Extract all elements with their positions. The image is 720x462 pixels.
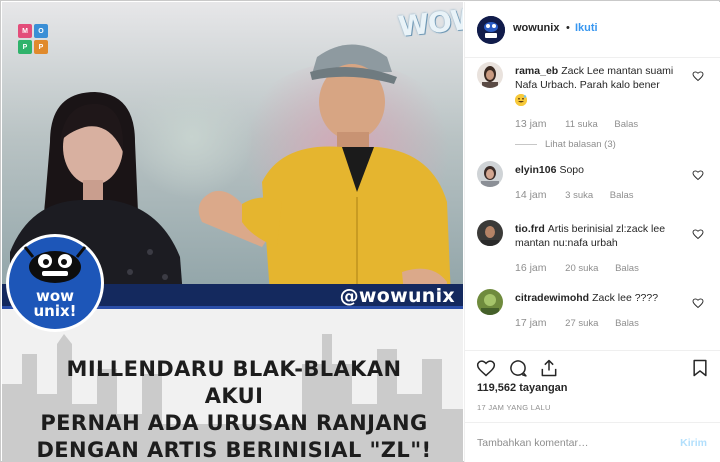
- reply-button[interactable]: Balas: [615, 263, 639, 274]
- comment-likes[interactable]: 3 suka: [565, 190, 593, 201]
- account-avatar[interactable]: [477, 16, 505, 44]
- commenter-avatar[interactable]: [477, 220, 503, 246]
- commenter-avatar[interactable]: [477, 289, 503, 315]
- man-figure: [198, 44, 452, 322]
- like-comment-heart-icon[interactable]: [692, 169, 704, 181]
- comment-meta: 17 jam 27 suka Balas: [515, 317, 653, 329]
- post-comment-button[interactable]: Kirim: [680, 437, 707, 449]
- add-comment-bar: Tambahkan komentar… Kirim: [465, 422, 720, 462]
- comment-username[interactable]: tio.frd: [515, 223, 545, 235]
- comment-time[interactable]: 16 jam: [515, 262, 547, 274]
- comment-bubble-icon[interactable]: [508, 358, 528, 378]
- comment-text: rama_eb Zack Lee mantan suami Nafa Urbach…: [515, 64, 683, 108]
- share-upload-icon[interactable]: [539, 358, 559, 378]
- like-comment-heart-icon[interactable]: [692, 297, 704, 309]
- commenter-avatar[interactable]: [477, 161, 503, 187]
- comment-meta: 13 jam 11 suka Balas: [515, 118, 652, 130]
- comment-likes[interactable]: 27 suka: [565, 318, 598, 329]
- grinning-sweat-emoji-icon: [515, 94, 527, 106]
- post-side-panel: wowunix • Ikuti rama_eb Zack Lee mantan s…: [464, 2, 720, 462]
- like-comment-heart-icon[interactable]: [692, 228, 704, 240]
- comment-text: citradewimohd Zack lee ????: [515, 292, 659, 304]
- comment-text: tio.frd Artis berinisial zl:zack lee mant…: [515, 223, 666, 249]
- account-username[interactable]: wowunix: [513, 22, 559, 34]
- view-count[interactable]: 119,562 tayangan: [477, 382, 568, 394]
- wowunix-logo: wow unix!: [6, 234, 104, 332]
- comment-time[interactable]: 13 jam: [515, 118, 547, 130]
- comment-username[interactable]: citradewimohd: [515, 292, 589, 304]
- like-heart-icon[interactable]: [476, 358, 496, 378]
- comment-meta: 14 jam 3 suka Balas: [515, 189, 648, 201]
- comment-input[interactable]: Tambahkan komentar…: [477, 437, 588, 449]
- post-actions-bar: [465, 350, 720, 378]
- monster-logo-icon: [23, 246, 87, 283]
- comment-meta: 16 jam 20 suka Balas: [515, 262, 653, 274]
- banner-handle: @wowunix: [339, 285, 455, 307]
- video-headline: MILLENDARU BLAK-BLAKAN AKUI PERNAH ADA U…: [36, 357, 432, 462]
- wowunix-avatar-icon: [477, 16, 505, 44]
- comment-username[interactable]: elyin106: [515, 164, 556, 176]
- app-badge: M O P P: [18, 24, 48, 54]
- reply-button[interactable]: Balas: [614, 119, 638, 130]
- post-header: wowunix • Ikuti: [465, 2, 720, 58]
- post-video[interactable]: M O P P WOW @wowunix MILLENDARU BLAK-BLA…: [2, 2, 463, 462]
- follow-button[interactable]: Ikuti: [575, 22, 598, 34]
- post-timestamp: 17 JAM YANG LALU: [477, 403, 551, 412]
- comment-likes[interactable]: 11 suka: [565, 119, 598, 130]
- reply-button[interactable]: Balas: [615, 318, 639, 329]
- reply-button[interactable]: Balas: [610, 190, 634, 201]
- comment-username[interactable]: rama_eb: [515, 65, 558, 77]
- instagram-post-window: M O P P WOW @wowunix MILLENDARU BLAK-BLA…: [0, 0, 720, 462]
- logo-text-line2: unix!: [33, 302, 77, 320]
- save-bookmark-icon[interactable]: [690, 358, 710, 378]
- view-replies-link[interactable]: Lihat balasan (3): [515, 139, 616, 150]
- separator-dot: •: [566, 22, 570, 34]
- comment-time[interactable]: 14 jam: [515, 189, 547, 201]
- comment-likes[interactable]: 20 suka: [565, 263, 598, 274]
- commenter-avatar[interactable]: [477, 62, 503, 88]
- comment-text: elyin106 Sopo: [515, 164, 584, 176]
- like-comment-heart-icon[interactable]: [692, 70, 704, 82]
- comment-time[interactable]: 17 jam: [515, 317, 547, 329]
- comments-list[interactable]: rama_eb Zack Lee mantan suami Nafa Urbach…: [465, 58, 720, 348]
